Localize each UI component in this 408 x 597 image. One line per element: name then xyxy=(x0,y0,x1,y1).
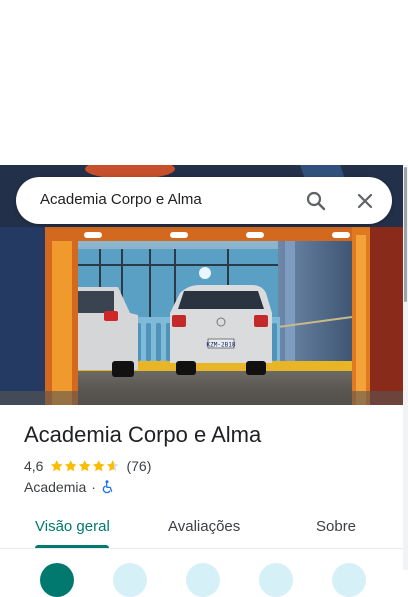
tab-reviews[interactable]: Avaliações xyxy=(154,507,254,549)
directions-button[interactable] xyxy=(40,563,74,597)
place-title: Academia Corpo e Alma xyxy=(24,422,262,447)
scrollbar-thumb[interactable] xyxy=(404,167,407,302)
rating-row[interactable]: 4,6 (76) xyxy=(24,457,151,475)
nearby-button[interactable] xyxy=(186,563,220,597)
blank-area xyxy=(0,0,408,165)
star-icon xyxy=(93,460,106,472)
star-icon xyxy=(79,460,92,472)
review-count[interactable]: (76) xyxy=(126,458,151,474)
search-icon[interactable] xyxy=(304,189,328,213)
save-button[interactable] xyxy=(113,563,147,597)
star-icon xyxy=(51,460,64,472)
search-box[interactable]: Academia Corpo e Alma xyxy=(16,177,392,224)
share-button[interactable] xyxy=(332,563,366,597)
separator-dot: · xyxy=(91,479,96,495)
close-icon[interactable] xyxy=(353,189,377,213)
scrollbar[interactable] xyxy=(403,165,408,570)
tab-overview-label: Visão geral xyxy=(35,518,110,535)
search-input[interactable]: Academia Corpo e Alma xyxy=(40,191,202,208)
rating-value: 4,6 xyxy=(24,458,44,474)
tab-about[interactable]: Sobre xyxy=(300,507,370,549)
tab-overview[interactable]: Visão geral xyxy=(24,507,120,549)
category-label: Academia xyxy=(24,479,87,495)
tab-bar: Visão geral Avaliações Sobre xyxy=(0,507,403,549)
star-rating xyxy=(50,459,120,473)
wheelchair-icon xyxy=(101,480,115,494)
send-to-phone-button[interactable] xyxy=(259,563,293,597)
tabs-divider xyxy=(0,548,403,549)
star-icon xyxy=(107,460,120,472)
category-row: Academia · xyxy=(24,478,115,496)
license-plate-text: KZM-2B18 xyxy=(207,342,236,349)
tab-about-label: Sobre xyxy=(316,518,357,535)
star-icon xyxy=(65,460,78,472)
tab-reviews-label: Avaliações xyxy=(168,518,241,535)
